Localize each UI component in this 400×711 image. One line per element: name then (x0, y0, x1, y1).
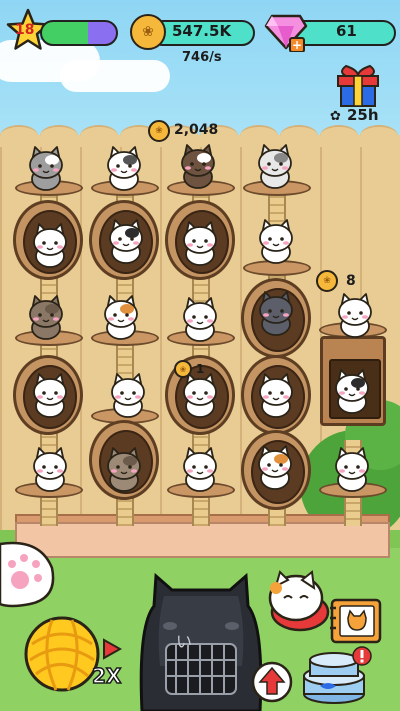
cat[interactable] (107, 146, 141, 191)
cat-crate-icon[interactable] (136, 566, 266, 711)
cat[interactable] (111, 373, 145, 418)
paw-button-icon[interactable] (0, 538, 58, 610)
cat[interactable] (33, 223, 67, 268)
cat[interactable] (259, 291, 293, 336)
cat[interactable] (259, 373, 293, 418)
alert-icon (352, 646, 372, 666)
cat[interactable] (104, 295, 138, 340)
cat[interactable] (335, 447, 369, 492)
cat[interactable] (183, 221, 217, 266)
cat[interactable] (181, 144, 215, 189)
play-arrow-icon (103, 638, 122, 660)
cat-shop-icon[interactable] (266, 570, 330, 632)
cat[interactable] (335, 369, 369, 414)
cat[interactable] (183, 297, 217, 342)
game-screen: 18 ❀ 547.5K 746/s + 61 ✿ 25h ❀ 2,048 ❀ 8… (0, 0, 400, 711)
cat[interactable] (183, 447, 217, 492)
cat[interactable] (338, 293, 372, 338)
cat[interactable] (29, 146, 63, 191)
cat[interactable] (33, 373, 67, 418)
upgrade-arrow-icon[interactable] (250, 660, 294, 704)
yarn-ball-icon[interactable] (22, 614, 102, 694)
cat[interactable] (258, 144, 292, 189)
multiplier-text: 2X (91, 663, 122, 689)
cat[interactable] (183, 373, 217, 418)
cat[interactable] (258, 445, 292, 490)
cat[interactable] (259, 219, 293, 264)
cat[interactable] (109, 219, 143, 264)
crate-label: い (176, 632, 193, 651)
photo-book-icon[interactable] (328, 596, 386, 648)
cat[interactable] (33, 447, 67, 492)
cat[interactable] (107, 447, 141, 492)
cat[interactable] (29, 295, 63, 340)
